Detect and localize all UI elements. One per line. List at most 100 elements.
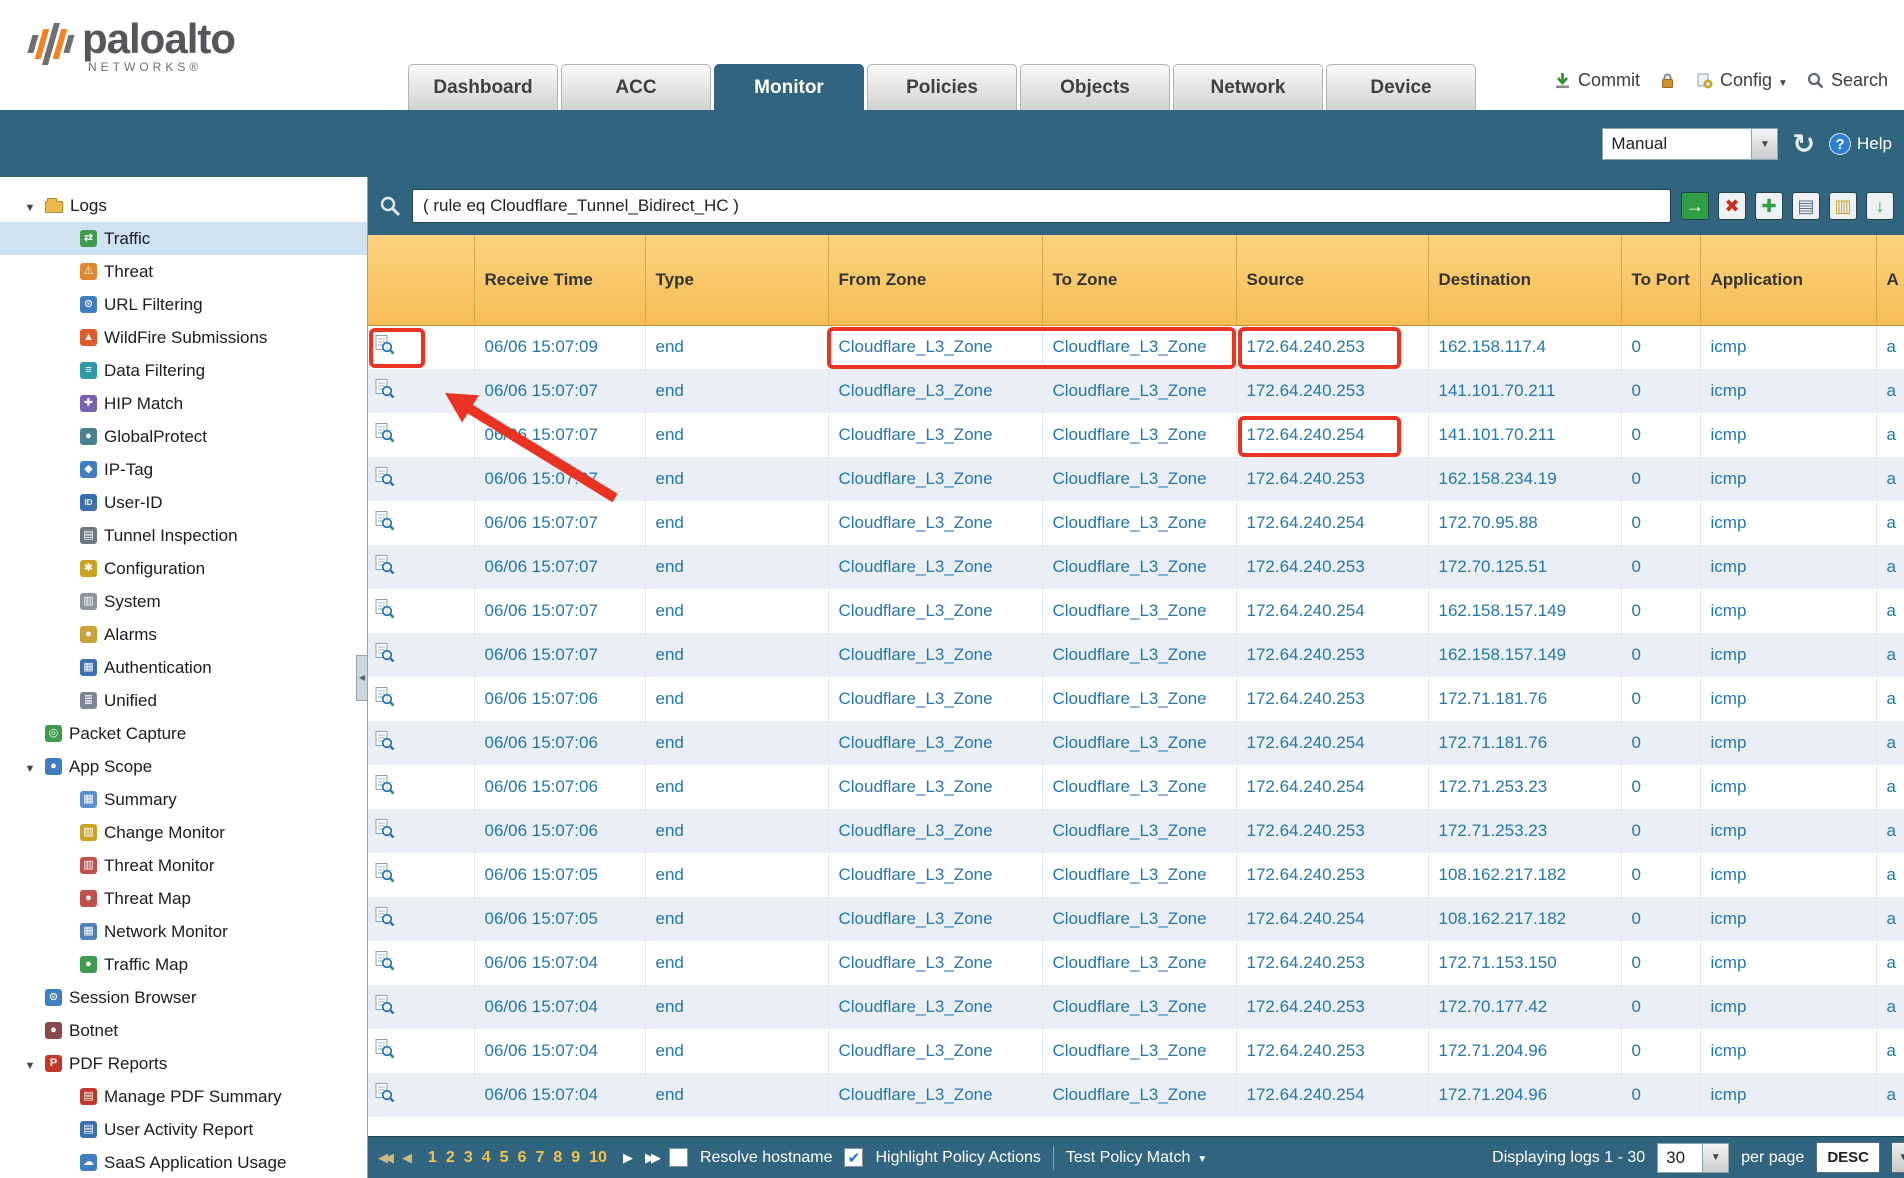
sidebar-item-threat-monitor[interactable]: ▥ Threat Monitor [0, 849, 367, 882]
cell-destination[interactable]: 162.158.117.4 [1428, 325, 1621, 369]
cell-type[interactable]: end [645, 809, 828, 853]
cell-source[interactable]: 172.64.240.253 [1236, 369, 1428, 413]
sidebar-item-data-filtering[interactable]: ≡ Data Filtering [0, 354, 367, 387]
sidebar-item-traffic[interactable]: ⇄ Traffic [0, 222, 367, 255]
cell-to-port[interactable]: 0 [1621, 1073, 1700, 1117]
cell-to-port[interactable]: 0 [1621, 457, 1700, 501]
cell-to-port[interactable]: 0 [1621, 369, 1700, 413]
cell-to-zone[interactable]: Cloudflare_L3_Zone [1042, 369, 1236, 413]
page-link-9[interactable]: 9 [571, 1149, 580, 1167]
sidebar-item-authentication[interactable]: ▦ Authentication [0, 651, 367, 684]
cell-type[interactable]: end [645, 501, 828, 545]
cell-to-port[interactable]: 0 [1621, 1029, 1700, 1073]
cell-receive-time[interactable]: 06/06 15:07:07 [474, 501, 645, 545]
log-detail-magnifier-icon[interactable] [374, 730, 395, 751]
cell-application[interactable]: icmp [1700, 765, 1876, 809]
tree-expander-icon[interactable] [22, 196, 38, 216]
sidebar-item-threat[interactable]: ⚠ Threat [0, 255, 367, 288]
cell-type[interactable]: end [645, 765, 828, 809]
page-link-6[interactable]: 6 [518, 1149, 527, 1167]
sidebar-item-ip-tag[interactable]: ◆ IP-Tag [0, 453, 367, 486]
cell-action[interactable]: a [1876, 853, 1904, 897]
cell-to-port[interactable]: 0 [1621, 897, 1700, 941]
cell-to-zone[interactable]: Cloudflare_L3_Zone [1042, 633, 1236, 677]
page-link-8[interactable]: 8 [553, 1149, 562, 1167]
cell-receive-time[interactable]: 06/06 15:07:04 [474, 1029, 645, 1073]
cell-from-zone[interactable]: Cloudflare_L3_Zone [828, 721, 1042, 765]
lock-button[interactable] [1658, 71, 1677, 90]
page-link-4[interactable]: 4 [482, 1149, 491, 1167]
sidebar-item-summary[interactable]: ▦ Summary [0, 783, 367, 816]
cell-from-zone[interactable]: Cloudflare_L3_Zone [828, 1029, 1042, 1073]
cell-application[interactable]: icmp [1700, 721, 1876, 765]
cell-application[interactable]: icmp [1700, 809, 1876, 853]
cell-to-zone[interactable]: Cloudflare_L3_Zone [1042, 765, 1236, 809]
cell-source[interactable]: 172.64.240.254 [1236, 897, 1428, 941]
log-detail-magnifier-icon[interactable] [374, 906, 395, 927]
cell-receive-time[interactable]: 06/06 15:07:06 [474, 721, 645, 765]
column-header-source[interactable]: Source [1236, 235, 1428, 325]
cell-source[interactable]: 172.64.240.254 [1236, 501, 1428, 545]
cell-to-zone[interactable]: Cloudflare_L3_Zone [1042, 325, 1236, 369]
cell-application[interactable]: icmp [1700, 941, 1876, 985]
log-detail-magnifier-icon[interactable] [374, 686, 395, 707]
tab-network[interactable]: Network [1173, 64, 1323, 110]
cell-action[interactable]: a [1876, 633, 1904, 677]
page-link-5[interactable]: 5 [500, 1149, 509, 1167]
cell-receive-time[interactable]: 06/06 15:07:06 [474, 809, 645, 853]
cell-receive-time[interactable]: 06/06 15:07:06 [474, 677, 645, 721]
per-page-combo[interactable]: 30 [1657, 1143, 1729, 1173]
log-detail-magnifier-icon[interactable] [374, 774, 395, 795]
config-button[interactable]: Config [1695, 70, 1788, 91]
per-page-dropdown-button[interactable] [1703, 1143, 1729, 1173]
cell-from-zone[interactable]: Cloudflare_L3_Zone [828, 413, 1042, 457]
cell-destination[interactable]: 172.71.253.23 [1428, 809, 1621, 853]
cell-destination[interactable]: 172.71.204.96 [1428, 1029, 1621, 1073]
page-link-7[interactable]: 7 [535, 1149, 544, 1167]
column-header-to-zone[interactable]: To Zone [1042, 235, 1236, 325]
commit-button[interactable]: Commit [1553, 70, 1640, 91]
cell-source[interactable]: 172.64.240.253 [1236, 853, 1428, 897]
sidebar-item-packet-capture[interactable]: ◎ Packet Capture [0, 717, 367, 750]
cell-from-zone[interactable]: Cloudflare_L3_Zone [828, 897, 1042, 941]
cell-destination[interactable]: 141.101.70.211 [1428, 413, 1621, 457]
cell-action[interactable]: a [1876, 1073, 1904, 1117]
cell-source[interactable]: 172.64.240.253 [1236, 325, 1428, 369]
column-header-application[interactable]: Application [1700, 235, 1876, 325]
sidebar-item-alarms[interactable]: ● Alarms [0, 618, 367, 651]
cell-type[interactable]: end [645, 897, 828, 941]
combo-dropdown-button[interactable] [1752, 128, 1778, 160]
cell-source[interactable]: 172.64.240.253 [1236, 633, 1428, 677]
cell-destination[interactable]: 172.70.95.88 [1428, 501, 1621, 545]
cell-application[interactable]: icmp [1700, 985, 1876, 1029]
cell-application[interactable]: icmp [1700, 853, 1876, 897]
sidebar-item-url-filtering[interactable]: ⊙ URL Filtering [0, 288, 367, 321]
cell-destination[interactable]: 172.71.253.23 [1428, 765, 1621, 809]
page-link-3[interactable]: 3 [464, 1149, 473, 1167]
tree-expander-icon[interactable] [22, 757, 38, 777]
cell-type[interactable]: end [645, 853, 828, 897]
sidebar-item-wildfire-submissions[interactable]: ▲ WildFire Submissions [0, 321, 367, 354]
resolve-hostname-checkbox[interactable] [669, 1148, 688, 1167]
cell-application[interactable]: icmp [1700, 1073, 1876, 1117]
cell-destination[interactable]: 172.71.181.76 [1428, 677, 1621, 721]
sort-order-button[interactable]: DESC [1816, 1142, 1880, 1173]
cell-from-zone[interactable]: Cloudflare_L3_Zone [828, 809, 1042, 853]
cell-action[interactable]: a [1876, 501, 1904, 545]
sidebar-item-session-browser[interactable]: ⊙ Session Browser [0, 981, 367, 1014]
cell-destination[interactable]: 162.158.234.19 [1428, 457, 1621, 501]
cell-action[interactable]: a [1876, 897, 1904, 941]
cell-type[interactable]: end [645, 325, 828, 369]
sidebar-item-user-activity-report[interactable]: ▤ User Activity Report [0, 1113, 367, 1146]
cell-from-zone[interactable]: Cloudflare_L3_Zone [828, 325, 1042, 369]
cell-application[interactable]: icmp [1700, 501, 1876, 545]
cell-from-zone[interactable]: Cloudflare_L3_Zone [828, 633, 1042, 677]
cell-destination[interactable]: 172.70.125.51 [1428, 545, 1621, 589]
sidebar-item-tunnel-inspection[interactable]: ▤ Tunnel Inspection [0, 519, 367, 552]
cell-source[interactable]: 172.64.240.253 [1236, 677, 1428, 721]
cell-receive-time[interactable]: 06/06 15:07:07 [474, 369, 645, 413]
tab-monitor[interactable]: Monitor [714, 64, 864, 110]
load-filter-icon[interactable]: ▥ [1829, 192, 1857, 220]
tab-acc[interactable]: ACC [561, 64, 711, 110]
sidebar-item-globalprotect[interactable]: ● GlobalProtect [0, 420, 367, 453]
